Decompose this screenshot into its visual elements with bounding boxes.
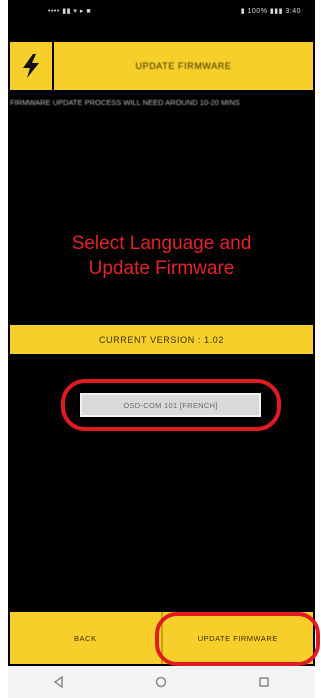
info-text: FIRMWARE UPDATE PROCESS WILL NEED AROUND… xyxy=(10,98,240,107)
highlight-ring-update xyxy=(155,612,320,666)
back-button[interactable]: BACK xyxy=(10,612,163,664)
instruction-headline: Select Language and Update Firmware xyxy=(8,231,315,281)
android-nav-bar xyxy=(8,666,315,698)
phone-screen: •••• ▮▮ ▾ ▸ ■ ▮ 100% ▮▮▮ 3:40 UPDATE FIR… xyxy=(8,0,315,698)
nav-home-icon[interactable] xyxy=(153,674,169,690)
status-right-text: ▮ 100% ▮▮▮ 3:40 xyxy=(240,8,301,15)
nav-recents-icon[interactable] xyxy=(256,674,272,690)
status-left-icons: •••• ▮▮ ▾ ▸ ■ xyxy=(48,8,92,15)
app-header: UPDATE FIRMWARE xyxy=(10,42,313,90)
nav-back-icon[interactable] xyxy=(51,674,67,690)
headline-line-1: Select Language and xyxy=(71,233,252,254)
headline-line-2: Update Firmware xyxy=(88,258,235,279)
lightning-bolt-icon[interactable] xyxy=(10,42,54,90)
status-right: ▮ 100% ▮▮▮ 3:40 xyxy=(241,7,301,15)
current-version-bar: CURRENT VERSION : 1.02 xyxy=(10,325,313,354)
page-title: UPDATE FIRMWARE xyxy=(135,61,232,71)
language-select[interactable]: OSD-COM 101 [FRENCH] xyxy=(80,393,261,417)
status-bar: •••• ▮▮ ▾ ▸ ■ ▮ 100% ▮▮▮ 3:40 xyxy=(8,0,315,22)
